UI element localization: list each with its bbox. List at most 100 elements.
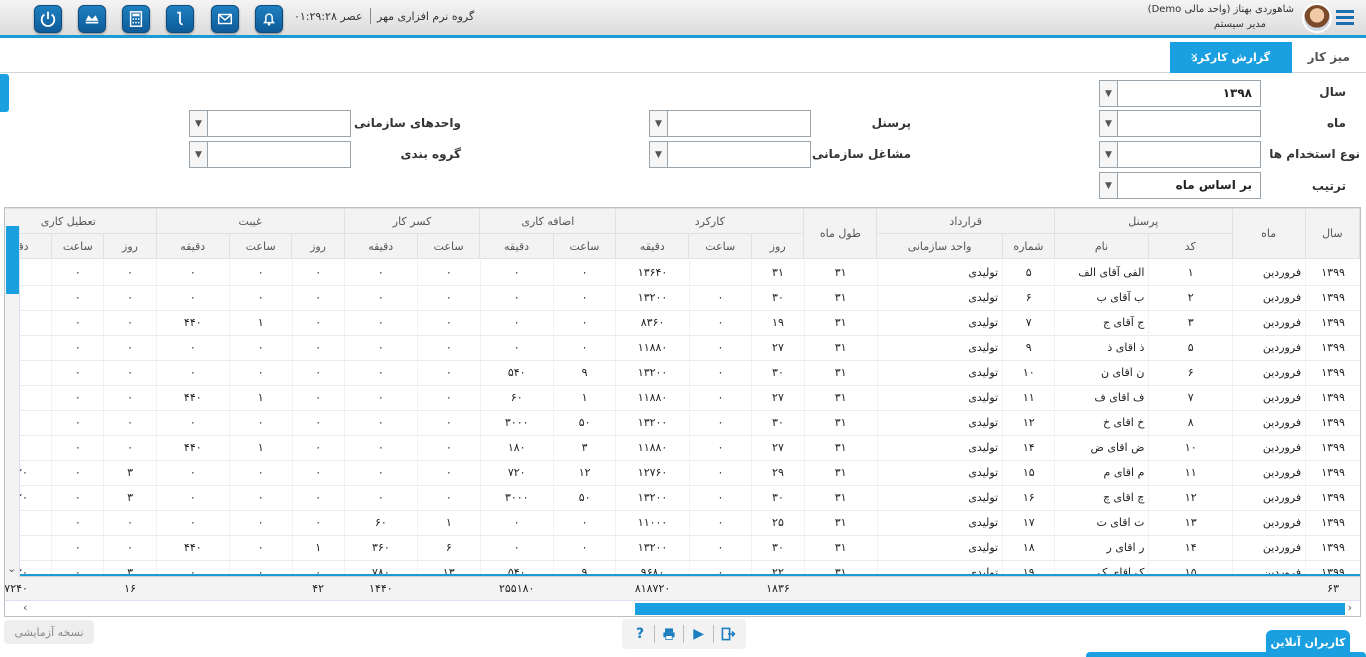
chevron-down-icon[interactable]: ▼	[1100, 81, 1118, 106]
mail-icon[interactable]	[211, 5, 239, 33]
online-users-tab[interactable]: کاربران آنلاین	[1266, 630, 1350, 654]
col-deduction-hour[interactable]: ساعت	[416, 233, 481, 259]
online-users-bar[interactable]	[1086, 652, 1366, 657]
table-row[interactable]: ۱۳۹۹ فروردین ۱۰ ض اقای ض ۱۴ تولیدی ۳۱ ۲۷ ۰ ۱۱۸۸۰ ۳…	[5, 435, 1360, 461]
cell-holiday-hour: ۰	[51, 460, 104, 486]
cell-work-minute: ۱۱۸۸۰	[615, 435, 690, 461]
col-work-day[interactable]: روز	[751, 233, 805, 259]
chevron-down-icon[interactable]: ▼	[190, 111, 208, 136]
cell-unit: تولیدی	[876, 435, 1003, 461]
table-row[interactable]: ۱۳۹۹ فروردین ۱۲ چ اقای چ ۱۶ تولیدی ۳۱ ۳۰ ۰ ۱۳۲۰۰ ۵…	[5, 485, 1360, 511]
table-row[interactable]: ۱۳۹۹ فروردین ۱ الفی آقای الف ۵ تولیدی ۳۱ ۳۱ ۱۳۶۴…	[5, 260, 1360, 286]
cell-code: ۱	[1148, 260, 1233, 286]
col-month[interactable]: ماه	[1231, 208, 1306, 259]
hamburger-menu-icon[interactable]	[1336, 10, 1358, 26]
year-label: سال	[1319, 85, 1346, 99]
table-row[interactable]: ۱۳۹۹ فروردین ۶ ن اقای ن ۱۰ تولیدی ۳۱ ۳۰ ۰ ۱۳۲۰۰ ۹ ۵…	[5, 360, 1360, 386]
cell-code: ۱۴	[1148, 535, 1233, 561]
table-row[interactable]: ۱۳۹۹ فروردین ۱۱ م اقای م ۱۵ تولیدی ۳۱ ۲۹ ۰ ۱۲۷۶۰ ۱…	[5, 460, 1360, 486]
play-icon[interactable]: ▶	[689, 624, 709, 644]
chevron-down-icon[interactable]: ▼	[1100, 111, 1118, 136]
grouping-select[interactable]: ▼	[189, 141, 351, 168]
cell-absence-hour: ۰	[228, 410, 293, 436]
cell-deduction-hour: ۰	[416, 460, 481, 486]
col-year[interactable]: سال	[1304, 208, 1360, 259]
cell-month: فروردین	[1232, 435, 1306, 461]
calculator-icon[interactable]	[122, 5, 150, 33]
tab-work-report-label: گزارش کارکرد	[1191, 51, 1271, 64]
power-icon[interactable]	[34, 5, 62, 33]
horizontal-scroll-thumb[interactable]	[635, 603, 1345, 615]
total-cell: ۴۲	[291, 577, 345, 599]
order-select[interactable]: ▼ بر اساس ماه	[1099, 172, 1261, 199]
personnel-label: پرسنل	[871, 116, 911, 130]
col-overtime-hour[interactable]: ساعت	[552, 233, 617, 259]
col-holiday-hour[interactable]: ساعت	[51, 233, 105, 259]
print-icon[interactable]	[659, 624, 679, 644]
year-select[interactable]: ▼ ۱۳۹۸	[1099, 80, 1261, 107]
table-row[interactable]: ۱۳۹۹ فروردین ۵ ذ اقای ذ ۹ تولیدی ۳۱ ۲۷ ۰ ۱۱۸۸۰ ۰ ۰ ۰…	[5, 335, 1360, 361]
col-code[interactable]: کد	[1148, 233, 1233, 259]
personnel-select[interactable]: ▼	[649, 110, 811, 137]
col-work-hour[interactable]: ساعت	[688, 233, 753, 259]
table-row[interactable]: ۱۳۹۹ فروردین ۱۴ ر اقای ر ۱۸ تولیدی ۳۱ ۳۰ ۰ ۱۳۲۰۰ ۰…	[5, 535, 1360, 561]
month-select[interactable]: ▼	[1099, 110, 1261, 137]
jobs-select[interactable]: ▼	[649, 141, 811, 168]
col-absence-hour[interactable]: ساعت	[228, 233, 293, 259]
employment-type-select[interactable]: ▼	[1099, 141, 1261, 168]
col-month-length[interactable]: طول ماه	[803, 208, 878, 259]
col-work-minute[interactable]: دقیقه	[615, 233, 690, 259]
chevron-down-icon[interactable]: ▼	[650, 142, 668, 167]
cell-absence-hour: ۰	[228, 485, 293, 511]
col-holiday-day[interactable]: روز	[103, 233, 157, 259]
exit-icon[interactable]	[718, 624, 738, 644]
table-row[interactable]: ۱۳۹۹ فروردین ۷ ف اقای ف ۱۱ تولیدی ۳۱ ۲۷ ۰ ۱۱۸۸۰ ۱ ۶…	[5, 385, 1360, 411]
chevron-down-icon[interactable]: ▼	[190, 142, 208, 167]
cell-name: ر اقای ر	[1054, 535, 1149, 561]
chevron-down-icon[interactable]: ▼	[1100, 142, 1118, 167]
table-row[interactable]: ۱۳۹۹ فروردین ۱۳ ت اقای ت ۱۷ تولیدی ۳۱ ۲۵ ۰ ۱۱۰۰۰ ۰…	[5, 510, 1360, 536]
cell-month-length: ۳۱	[803, 435, 878, 461]
avatar[interactable]	[1302, 3, 1332, 33]
cell-work-day: ۲۹	[751, 460, 805, 486]
order-label: ترتیب	[1311, 179, 1346, 193]
chevron-down-icon[interactable]: ▼	[1100, 173, 1118, 198]
cell-work-minute: ۱۳۶۴۰	[615, 260, 690, 286]
vertical-scroll-thumb[interactable]	[6, 226, 19, 294]
cell-overtime-hour: ۰	[552, 285, 616, 311]
crown-icon[interactable]	[78, 5, 106, 33]
cell-overtime-hour: ۵۰	[552, 410, 616, 436]
col-name[interactable]: نام	[1053, 233, 1150, 259]
cell-absence-hour: ۰	[228, 360, 293, 386]
tab-desk[interactable]: میز کار	[1308, 50, 1350, 64]
bell-icon[interactable]	[255, 5, 283, 33]
chevron-right-icon[interactable]: ›	[1348, 601, 1352, 614]
chevron-down-icon[interactable]: ▼	[650, 111, 668, 136]
help-icon[interactable]: ?	[630, 624, 650, 644]
cell-absence-hour: ۱	[228, 310, 293, 336]
trial-badge: نسخه آزمایشی	[4, 620, 94, 644]
side-panel-handle[interactable]	[0, 74, 9, 112]
col-absence-day[interactable]: روز	[291, 233, 345, 259]
col-deduction-minute[interactable]: دقیقه	[343, 233, 418, 259]
table-row[interactable]: ۱۳۹۹ فروردین ۲ ب آقای ب ۶ تولیدی ۳۱ ۳۰ ۰ ۱۳۲۰۰ ۰ ۰ ۰…	[5, 285, 1360, 311]
vertical-scrollbar[interactable]: ⌄	[5, 226, 20, 578]
toolbar-divider	[683, 625, 685, 643]
chevron-left-icon[interactable]: ‹	[23, 601, 27, 614]
cell-month-length: ۳۱	[803, 535, 878, 561]
col-number[interactable]: شماره	[1001, 233, 1055, 259]
close-icon[interactable]: ✕	[1190, 52, 1198, 63]
chevron-down-icon[interactable]: ⌄	[7, 562, 16, 575]
col-absence-minute[interactable]: دقیقه	[155, 233, 230, 259]
horizontal-scrollbar[interactable]: ‹ ›	[5, 600, 1360, 616]
table-row[interactable]: ۱۳۹۹ فروردین ۸ خ اقای خ ۱۲ تولیدی ۳۱ ۳۰ ۰ ۱۳۲۰۰ ۵۰…	[5, 410, 1360, 436]
tab-work-report[interactable]: گزارش کارکرد ✕	[1170, 42, 1292, 73]
units-select[interactable]: ▼	[189, 110, 351, 137]
table-row[interactable]: ۱۳۹۹ فروردین ۳ ج آقای ج ۷ تولیدی ۳۱ ۱۹ ۰ ۸۳۶۰ ۰ ۰ ۰ ۰…	[5, 310, 1360, 336]
cell-work-day: ۳۱	[751, 260, 805, 286]
cell-work-minute: ۱۳۲۰۰	[615, 360, 690, 386]
col-overtime-minute[interactable]: دقیقه	[479, 233, 554, 259]
phone-icon[interactable]	[166, 5, 194, 33]
col-unit[interactable]: واحد سازمانی	[876, 233, 1003, 259]
cell-code: ۱۱	[1148, 460, 1233, 486]
